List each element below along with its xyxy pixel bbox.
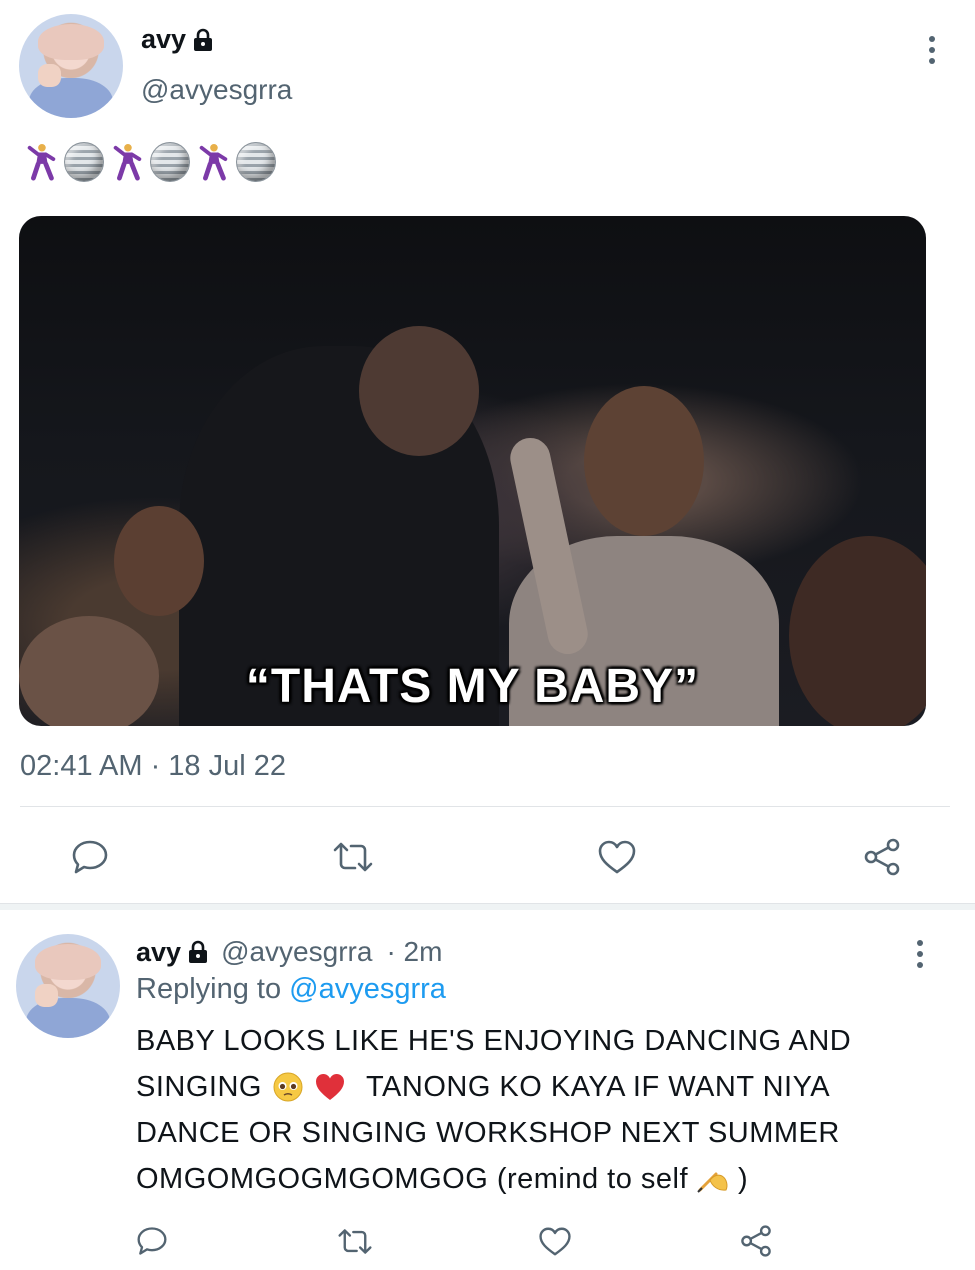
more-icon[interactable] [929, 36, 937, 64]
retweet-icon [338, 1228, 372, 1254]
main-author-avatar[interactable] [19, 14, 123, 118]
reply-author-handle[interactable]: @avyesgrra [221, 936, 372, 968]
tweet-media-gif[interactable]: “THATS MY BABY” [19, 216, 926, 726]
pleading-face-emoji [273, 1072, 303, 1102]
share-button[interactable] [738, 1223, 774, 1259]
tweet-timestamp[interactable]: 02:41 AM · 18 Jul 22 [20, 750, 286, 783]
dancer-emoji [113, 143, 142, 181]
tweet-emoji-line [24, 142, 276, 182]
disco-ball-emoji [236, 142, 276, 182]
reply-line-2b: TANONG KO KAYA IF WANT NIYA [365, 1071, 831, 1103]
replying-to-handle[interactable]: @avyesgrra [289, 973, 446, 1005]
reply-time-ago[interactable]: · 2m [386, 936, 442, 968]
share-icon [741, 1225, 771, 1257]
reply-line-4b: ) [738, 1163, 749, 1195]
heart-icon [598, 840, 636, 874]
reply-icon [72, 840, 108, 874]
replying-to-label: Replying to [136, 973, 282, 1005]
retweet-icon [333, 842, 373, 872]
share-button[interactable] [860, 836, 904, 878]
reply-line-1: BABY LOOKS LIKE HE'S ENJOYING DANCING AN… [136, 1025, 852, 1057]
media-caption: “THATS MY BABY” [245, 660, 700, 713]
reply-icon [137, 1227, 167, 1255]
reply-button[interactable] [68, 837, 112, 877]
red-heart-emoji [315, 1074, 344, 1100]
main-author-handle[interactable]: @avyesgrra [141, 74, 292, 106]
lock-icon [194, 28, 213, 51]
lock-icon [189, 940, 208, 963]
thread-separator [0, 903, 975, 910]
reply-author-avatar[interactable] [16, 934, 120, 1038]
reply-author-name[interactable]: avy [136, 937, 181, 968]
writing-hand-emoji [697, 1172, 728, 1193]
reply-line-4a: OMGOMGOGMGOMGOG (remind to self [136, 1163, 689, 1195]
reply-line-3: DANCE OR SINGING WORKSHOP NEXT SUMMER [136, 1117, 840, 1149]
like-button[interactable] [595, 837, 639, 877]
dancer-emoji [27, 143, 56, 181]
main-author-name[interactable]: avy [141, 24, 186, 55]
reply-button[interactable] [134, 1224, 170, 1258]
disco-ball-emoji [64, 142, 104, 182]
divider [20, 806, 950, 807]
heart-icon [539, 1227, 571, 1255]
dancer-emoji [199, 143, 228, 181]
reply-body: BABY LOOKS LIKE HE'S ENJOYING DANCING AN… [136, 1018, 956, 1202]
share-icon [864, 838, 900, 876]
more-icon[interactable] [917, 940, 925, 968]
retweet-button[interactable] [330, 839, 376, 875]
retweet-button[interactable] [335, 1226, 375, 1256]
disco-ball-emoji [150, 142, 190, 182]
reply-line-2a: SINGING [136, 1071, 262, 1103]
like-button[interactable] [537, 1224, 573, 1258]
